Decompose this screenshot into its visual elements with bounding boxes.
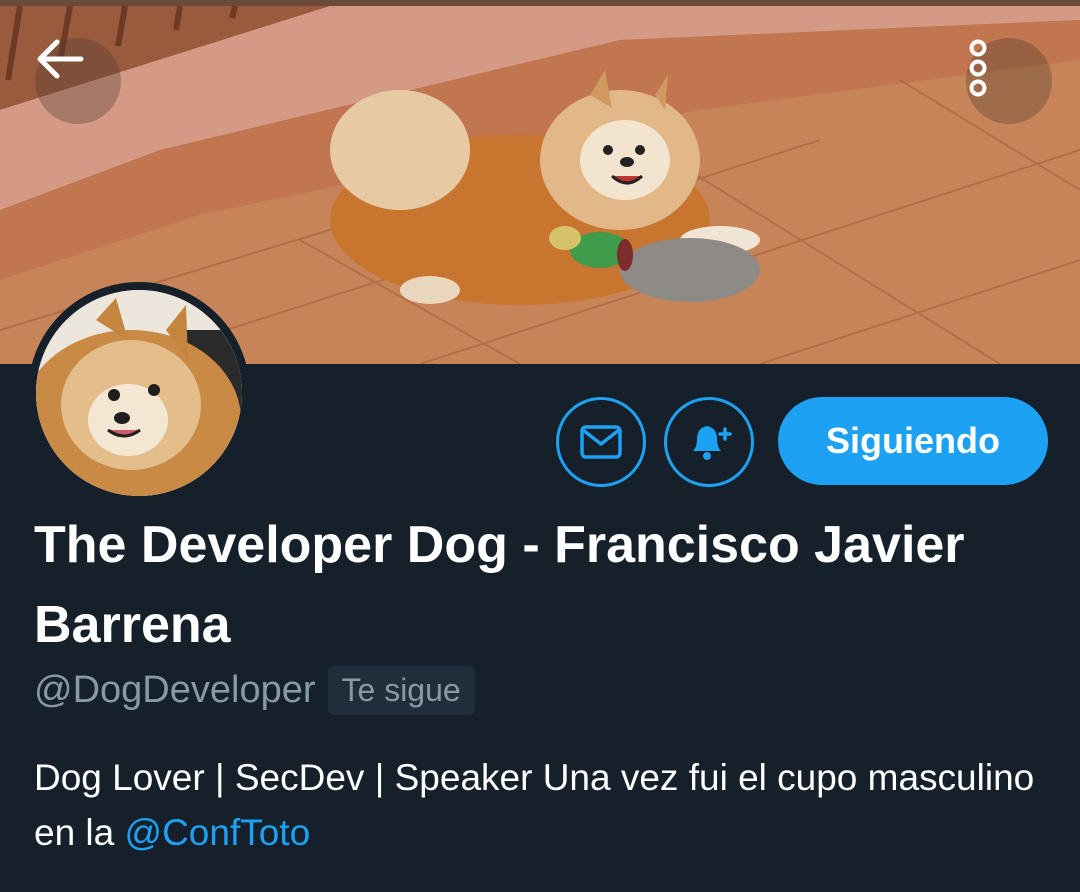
profile-avatar[interactable] — [28, 282, 250, 504]
follows-you-badge: Te sigue — [327, 666, 475, 715]
more-vertical-icon — [969, 39, 987, 97]
message-button[interactable] — [556, 397, 646, 487]
bio-mention-link[interactable]: @ConfToto — [125, 812, 311, 853]
more-options-button[interactable] — [966, 38, 1052, 124]
notifications-button[interactable] — [664, 397, 754, 487]
following-button[interactable]: Siguiendo — [778, 397, 1048, 485]
arrow-left-icon — [37, 39, 84, 79]
mail-icon — [580, 425, 622, 459]
profile-display-name: The Developer Dog - Francisco Javier Bar… — [34, 516, 965, 654]
profile-bio: Dog Lover | SecDev | Speaker Una vez fui… — [34, 750, 1044, 860]
bell-plus-icon — [693, 426, 732, 460]
back-button[interactable] — [35, 38, 121, 124]
avatar-photo — [36, 290, 242, 496]
profile-screen: Siguiendo The Developer Dog - Francisco … — [0, 0, 1080, 892]
handle-row: @DogDeveloper Te sigue — [34, 666, 475, 715]
profile-handle: @DogDeveloper — [34, 669, 316, 711]
